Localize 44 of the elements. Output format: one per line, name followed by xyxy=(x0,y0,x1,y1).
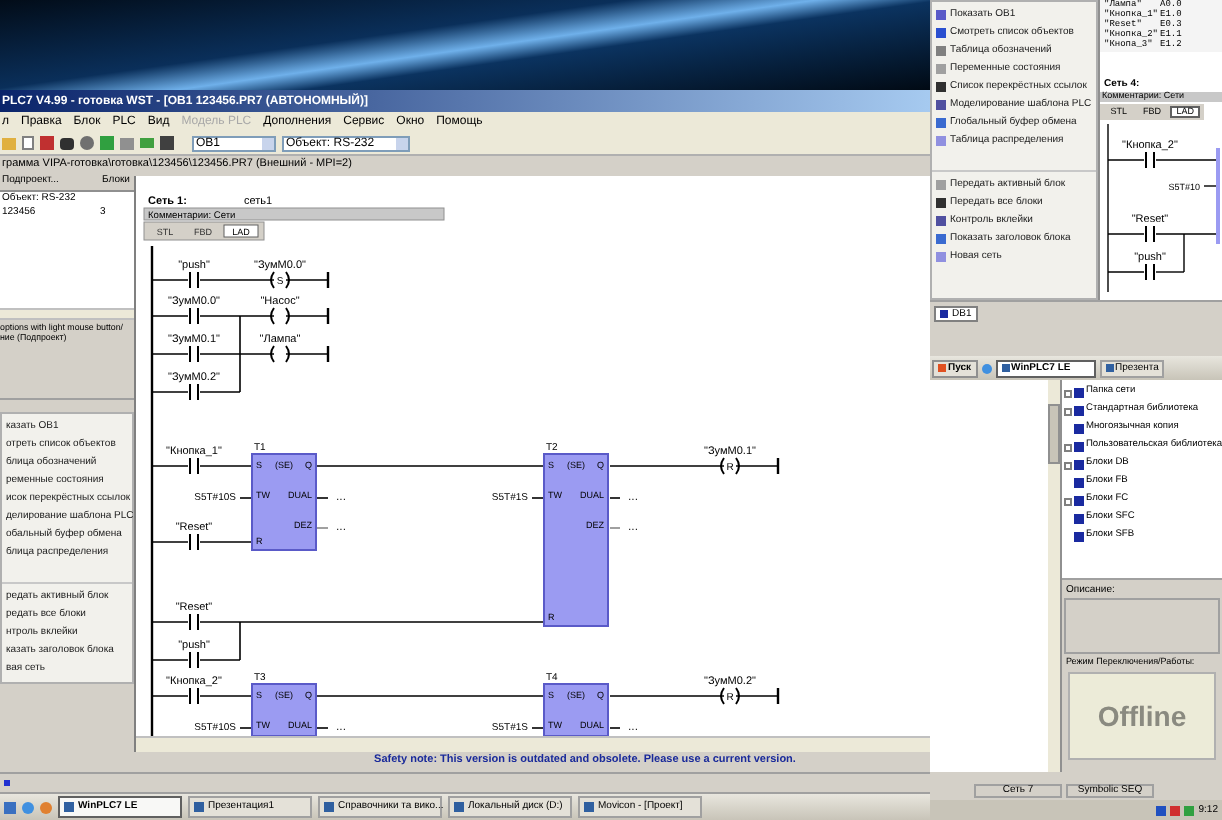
app-icon xyxy=(194,802,204,812)
contact-symbol xyxy=(189,457,199,475)
contact-symbol xyxy=(1145,150,1155,168)
coil-symbol xyxy=(720,687,740,705)
app-icon xyxy=(64,802,74,812)
app-icon xyxy=(1001,364,1010,372)
block-icon xyxy=(940,310,948,318)
timer-block xyxy=(251,453,317,551)
coil-symbol xyxy=(270,345,290,363)
app-icon xyxy=(324,802,334,812)
square-icon xyxy=(936,198,946,208)
square-icon xyxy=(936,118,946,128)
square-icon xyxy=(936,46,946,56)
square-icon xyxy=(936,100,946,110)
coil-symbol xyxy=(720,457,740,475)
app-icon xyxy=(454,802,464,812)
document-icon xyxy=(22,136,34,150)
square-icon xyxy=(936,82,946,92)
contact-symbol xyxy=(189,533,199,551)
contact-symbol xyxy=(1145,224,1155,242)
contact-symbol xyxy=(1145,262,1155,280)
horizontal-scrollbar xyxy=(0,308,134,320)
app-icon xyxy=(584,802,594,812)
coil-symbol xyxy=(270,271,290,289)
contact-symbol xyxy=(189,383,199,401)
mode-display: Offline xyxy=(1067,671,1216,759)
square-icon xyxy=(936,180,946,190)
contact-symbol xyxy=(189,651,199,669)
contact-symbol xyxy=(189,613,199,631)
folder-icon xyxy=(2,137,16,149)
square-icon xyxy=(936,28,946,38)
square-icon xyxy=(936,64,946,74)
contact-symbol xyxy=(189,687,199,705)
square-icon xyxy=(936,234,946,244)
square-icon xyxy=(4,780,10,786)
coil-symbol xyxy=(270,307,290,325)
app-icon xyxy=(1105,364,1114,372)
square-icon xyxy=(936,216,946,226)
contact-symbol xyxy=(189,271,199,289)
square-icon xyxy=(936,252,946,262)
contact-symbol xyxy=(189,307,199,325)
contact-symbol xyxy=(189,345,199,363)
square-icon xyxy=(936,10,946,20)
square-icon xyxy=(936,136,946,146)
